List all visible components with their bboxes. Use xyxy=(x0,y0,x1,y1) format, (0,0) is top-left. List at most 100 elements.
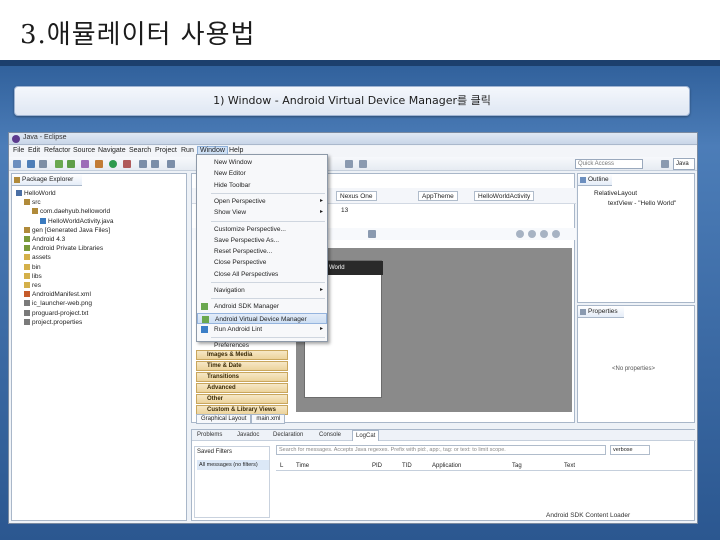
tree-item[interactable]: assets xyxy=(24,254,51,261)
menu-refactor[interactable]: Refactor xyxy=(44,147,70,154)
eclipse-window: Java - Eclipse File Edit Refactor Source… xyxy=(8,132,698,524)
java-perspective-button[interactable]: Java xyxy=(673,158,695,170)
debug-icon[interactable] xyxy=(95,160,103,168)
file-icon xyxy=(24,226,30,233)
layout-canvas[interactable]: World xyxy=(296,248,572,412)
tree-item[interactable]: proguard-project.txt xyxy=(24,309,88,317)
logcat-columns: L Time PID TID Application Tag Text xyxy=(276,462,692,471)
android-sdk-icon[interactable] xyxy=(55,160,63,168)
tree-item[interactable]: libs xyxy=(24,272,42,280)
menu-item-new-window[interactable]: New Window xyxy=(197,157,327,168)
zoom-out-icon[interactable] xyxy=(552,230,560,238)
quick-access-input[interactable]: Quick Access xyxy=(575,159,643,169)
tree-item[interactable]: gen [Generated Java Files] xyxy=(24,226,110,234)
menu-item-reset-perspective[interactable]: Reset Perspective... xyxy=(197,246,327,257)
tree-item[interactable]: HelloWorldActivity.java xyxy=(40,217,114,225)
tree-item-label: assets xyxy=(32,254,51,262)
eclipse-logo-icon xyxy=(12,135,20,143)
menu-item-label: Reset Perspective... xyxy=(214,248,273,256)
saved-filters-label: Saved Filters xyxy=(197,449,233,455)
new-android-project-icon[interactable] xyxy=(81,160,89,168)
search-icon[interactable] xyxy=(151,160,159,168)
palette-category[interactable]: Images & Media xyxy=(196,350,288,360)
device-select[interactable]: Nexus One xyxy=(336,191,377,201)
tree-item[interactable]: res xyxy=(24,282,41,289)
menu-item-android-virtual-device-manager[interactable]: Android Virtual Device Manager xyxy=(197,312,327,324)
palette-category[interactable]: Other xyxy=(196,394,288,404)
tab-graphical-layout[interactable]: Graphical Layout xyxy=(196,414,252,424)
menu-project[interactable]: Project xyxy=(155,147,177,154)
tab-declaration[interactable]: Declaration xyxy=(270,430,306,440)
run-icon[interactable] xyxy=(109,160,117,168)
outline-item-relativelayout[interactable]: RelativeLayout xyxy=(594,190,637,197)
theme-select[interactable]: AppTheme xyxy=(418,191,458,201)
forward-icon[interactable] xyxy=(359,160,367,168)
menu-item-android-sdk-manager[interactable]: Android SDK Manager xyxy=(197,301,327,312)
open-type-icon[interactable] xyxy=(139,160,147,168)
menu-item-customize-perspective[interactable]: Customize Perspective... xyxy=(197,224,327,235)
outline-tab[interactable]: Outline xyxy=(578,174,612,186)
tab-main-xml[interactable]: main.xml xyxy=(251,414,286,424)
menu-edit[interactable]: Edit xyxy=(28,147,40,154)
tree-item[interactable]: Android 4.3 xyxy=(24,236,65,243)
menubar: File Edit Refactor Source Navigate Searc… xyxy=(9,146,697,157)
menu-item-navigation[interactable]: Navigation ▸ xyxy=(197,285,327,296)
back-icon[interactable] xyxy=(345,160,353,168)
tree-item[interactable]: project.properties xyxy=(24,318,82,326)
palette-category[interactable]: Advanced xyxy=(196,383,288,393)
tree-item[interactable]: AndroidManifest.xml xyxy=(24,291,91,298)
external-tools-icon[interactable] xyxy=(123,160,131,168)
menu-item-save-perspective-as[interactable]: Save Perspective As... xyxy=(197,235,327,246)
properties-icon xyxy=(580,309,586,315)
log-level-select[interactable]: verbose xyxy=(610,445,650,455)
new-icon[interactable] xyxy=(13,160,21,168)
android-sdk-icon xyxy=(201,303,208,311)
save-icon[interactable] xyxy=(27,160,35,168)
layout-toggle-icon[interactable] xyxy=(368,230,376,238)
tree-item[interactable]: ic_launcher-web.png xyxy=(24,300,92,307)
tab-problems[interactable]: Problems xyxy=(194,430,225,440)
tree-item[interactable]: Android Private Libraries xyxy=(24,245,103,252)
menu-search[interactable]: Search xyxy=(129,147,151,154)
menu-help[interactable]: Help xyxy=(229,147,243,154)
package-explorer-tab[interactable]: Package Explorer xyxy=(12,174,82,186)
tree-item[interactable]: bin xyxy=(24,263,41,271)
menu-item-show-view[interactable]: Show View ▸ xyxy=(197,207,327,218)
all-messages-filter[interactable]: All messages (no filters) xyxy=(197,460,269,470)
col-application: Application xyxy=(432,463,462,469)
api-level-select[interactable]: 13 xyxy=(338,206,351,216)
palette-category[interactable]: Time & Date xyxy=(196,361,288,371)
tab-logcat[interactable]: LogCat xyxy=(352,430,380,441)
menu-item-hide-toolbar[interactable]: Hide Toolbar xyxy=(197,180,327,191)
tab-javadoc[interactable]: Javadoc xyxy=(234,430,262,440)
menu-navigate[interactable]: Navigate xyxy=(98,147,126,154)
properties-tab[interactable]: Properties xyxy=(578,306,624,318)
menu-item-run-android-lint[interactable]: Run Android Lint ▸ xyxy=(197,324,327,335)
tree-item[interactable]: src xyxy=(24,199,41,206)
logcat-search-input[interactable]: Search for messages. Accepts Java regexe… xyxy=(276,445,606,455)
activity-select[interactable]: HelloWorldActivity xyxy=(474,191,535,201)
saved-filters-panel: Saved Filters All messages (no filters) xyxy=(194,446,270,518)
menu-item-close-all-perspectives[interactable]: Close All Perspectives xyxy=(197,269,327,280)
open-perspective-icon[interactable] xyxy=(661,160,669,168)
menu-item-new-editor[interactable]: New Editor xyxy=(197,168,327,179)
tree-item-label: libs xyxy=(32,272,42,280)
file-icon xyxy=(24,236,30,242)
zoom-actual-icon[interactable] xyxy=(528,230,536,238)
menu-item-open-perspective[interactable]: Open Perspective ▸ xyxy=(197,196,327,207)
menu-item-preferences[interactable]: Preferences xyxy=(197,340,327,351)
outline-item-textview[interactable]: textView - "Hello World" xyxy=(608,200,676,207)
palette-category[interactable]: Transitions xyxy=(196,372,288,382)
menu-file[interactable]: File xyxy=(13,147,24,154)
menu-source[interactable]: Source xyxy=(73,147,95,154)
tree-item[interactable]: HelloWorld xyxy=(16,190,56,197)
annotation-icon[interactable] xyxy=(167,160,175,168)
print-icon[interactable] xyxy=(39,160,47,168)
menu-item-close-perspective[interactable]: Close Perspective xyxy=(197,257,327,268)
tree-item[interactable]: com.daehyub.helloworld xyxy=(32,208,110,215)
menu-run[interactable]: Run xyxy=(181,147,194,154)
zoom-fit-icon[interactable] xyxy=(516,230,524,238)
android-avd-icon[interactable] xyxy=(67,160,75,168)
zoom-in-icon[interactable] xyxy=(540,230,548,238)
tab-console[interactable]: Console xyxy=(316,430,344,440)
